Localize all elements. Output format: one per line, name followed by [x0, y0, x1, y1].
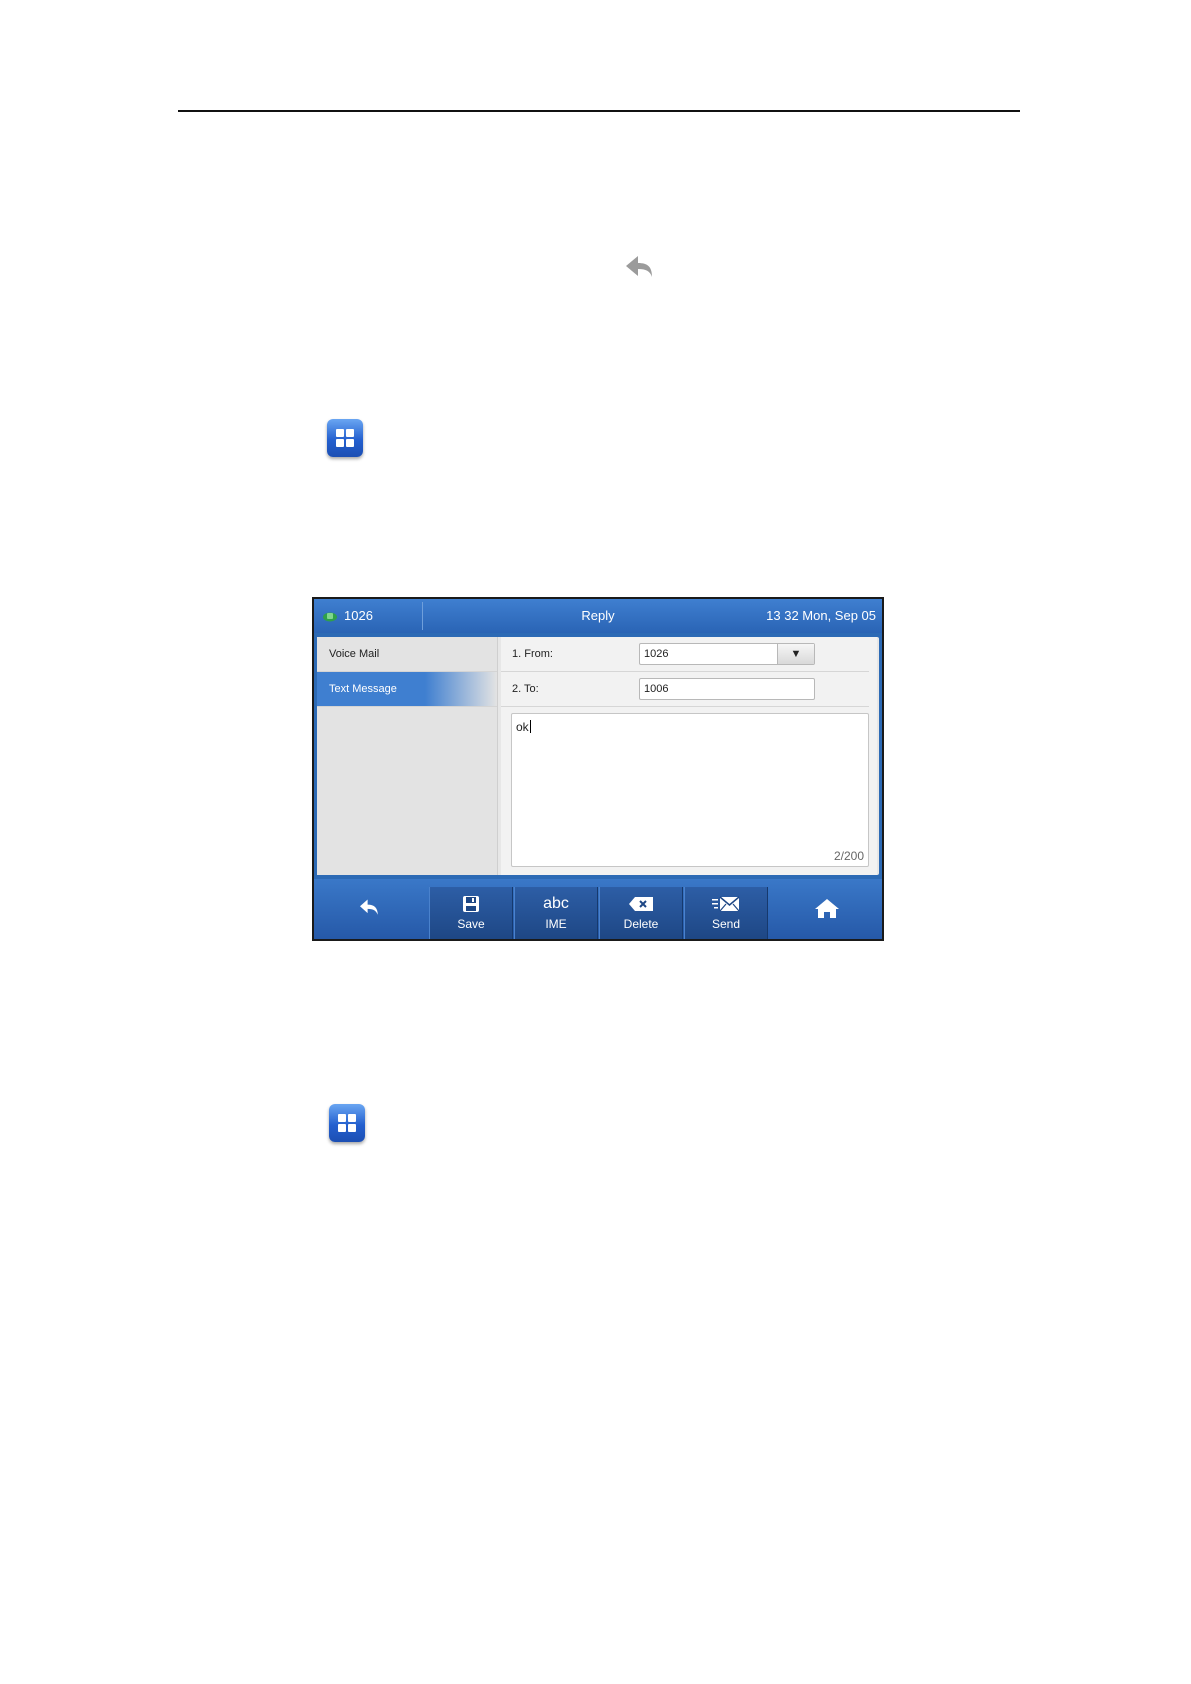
save-button[interactable]: Save [429, 887, 513, 939]
message-textarea[interactable]: ok 2/200 [511, 713, 869, 867]
to-value: 1006 [644, 683, 669, 695]
save-icon [463, 896, 479, 912]
back-icon [626, 256, 652, 277]
backspace-icon [629, 897, 653, 911]
clock: 13 32 Mon, Sep 05 [766, 608, 876, 623]
back-button[interactable] [314, 879, 428, 939]
menu-item-voice-mail[interactable]: Voice Mail [317, 637, 497, 672]
from-value: 1026 [644, 648, 669, 660]
message-menu: Voice Mail Text Message [317, 637, 498, 875]
status-bar: 1026 Reply 13 32 Mon, Sep 05 [314, 599, 882, 633]
from-row: 1. From: 1026 ▼ [501, 637, 869, 672]
back-icon [360, 899, 378, 915]
menu-icon [327, 419, 363, 457]
dropdown-arrow-icon[interactable]: ▼ [777, 644, 814, 664]
ime-abc-icon: abc [543, 895, 569, 912]
from-label: 1. From: [512, 648, 553, 660]
delete-label: Delete [623, 917, 659, 931]
text-cursor [529, 720, 531, 733]
from-select[interactable]: 1026 ▼ [639, 643, 815, 665]
home-icon [815, 899, 839, 918]
to-row: 2. To: 1006 [501, 672, 869, 707]
home-button[interactable] [768, 879, 882, 939]
softkey-bar: Save abc IME Delete Send [314, 879, 882, 939]
send-label: Send [711, 917, 741, 931]
save-label: Save [457, 917, 485, 931]
ime-button[interactable]: abc IME [514, 887, 598, 939]
send-mail-icon [712, 896, 740, 912]
to-label: 2. To: [512, 683, 539, 695]
reply-form: 1. From: 1026 ▼ 2. To: 1006 ok 2/200 [501, 637, 877, 875]
message-text: ok [516, 720, 529, 734]
header-rule [178, 110, 1020, 112]
send-button[interactable]: Send [684, 887, 768, 939]
message-text-line: ok [516, 720, 531, 734]
menu-item-text-message[interactable]: Text Message [317, 672, 497, 707]
menu-icon [329, 1104, 365, 1142]
character-counter: 2/200 [833, 849, 864, 863]
message-panel: Voice Mail Text Message 1. From: 1026 ▼ … [317, 637, 879, 875]
phone-screen: 1026 Reply 13 32 Mon, Sep 05 Voice Mail … [312, 597, 884, 941]
delete-button[interactable]: Delete [599, 887, 683, 939]
to-input[interactable]: 1006 [639, 678, 815, 700]
ime-label: IME [545, 917, 567, 931]
